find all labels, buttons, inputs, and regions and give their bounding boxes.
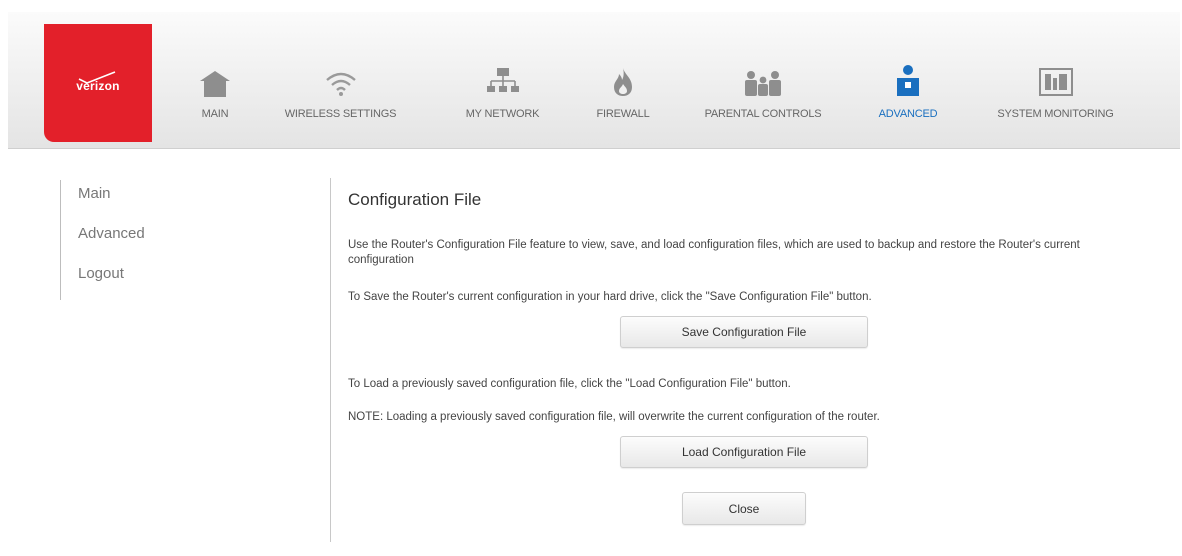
nav-label: SYSTEM MONITORING	[997, 108, 1114, 120]
person-icon	[897, 65, 919, 96]
save-instructions: To Save the Router's current configurati…	[348, 291, 872, 303]
nav-item-my-network[interactable]: MY NETWORK	[440, 64, 565, 120]
load-configuration-button[interactable]: Load Configuration File	[620, 436, 868, 468]
nav-item-system-monitoring[interactable]: SYSTEM MONITORING	[968, 64, 1143, 120]
top-header: verizon MAIN WIRELESS SETTINGS MY NETWOR…	[8, 12, 1180, 149]
flame-icon	[614, 68, 632, 96]
nav-label: FIREWALL	[596, 108, 650, 120]
nav-item-firewall[interactable]: FIREWALL	[576, 64, 670, 120]
nav-label: MAIN	[201, 108, 229, 120]
sidebar-item-advanced[interactable]: Advanced	[78, 225, 145, 242]
nav-label: ADVANCED	[878, 108, 938, 120]
content-divider	[330, 178, 331, 542]
sidebar-divider	[60, 180, 61, 300]
family-icon	[745, 71, 781, 96]
nav-label: MY NETWORK	[465, 108, 540, 120]
save-configuration-button[interactable]: Save Configuration File	[620, 316, 868, 348]
network-icon	[486, 68, 519, 92]
monitor-icon	[1038, 68, 1073, 96]
close-button[interactable]: Close	[682, 492, 806, 525]
nav-label: WIRELESS SETTINGS	[284, 108, 397, 120]
nav-item-main[interactable]: MAIN	[180, 64, 250, 120]
sidebar-item-main[interactable]: Main	[78, 185, 111, 202]
overwrite-note: NOTE: Loading a previously saved configu…	[348, 411, 880, 423]
nav-item-parental-controls[interactable]: PARENTAL CONTROLS	[678, 64, 848, 120]
wifi-icon	[325, 72, 356, 96]
verizon-logo[interactable]: verizon	[44, 24, 152, 142]
home-icon	[200, 71, 230, 97]
nav-label: PARENTAL CONTROLS	[704, 108, 822, 120]
intro-text: Use the Router's Configuration File feat…	[348, 239, 1080, 266]
logo-check-icon	[78, 71, 116, 84]
nav-item-advanced[interactable]: ADVANCED	[858, 64, 958, 120]
nav-item-wireless-settings[interactable]: WIRELESS SETTINGS	[258, 64, 423, 120]
page-title: Configuration File	[348, 190, 482, 209]
sidebar-item-logout[interactable]: Logout	[78, 265, 124, 282]
load-instructions: To Load a previously saved configuration…	[348, 378, 791, 390]
